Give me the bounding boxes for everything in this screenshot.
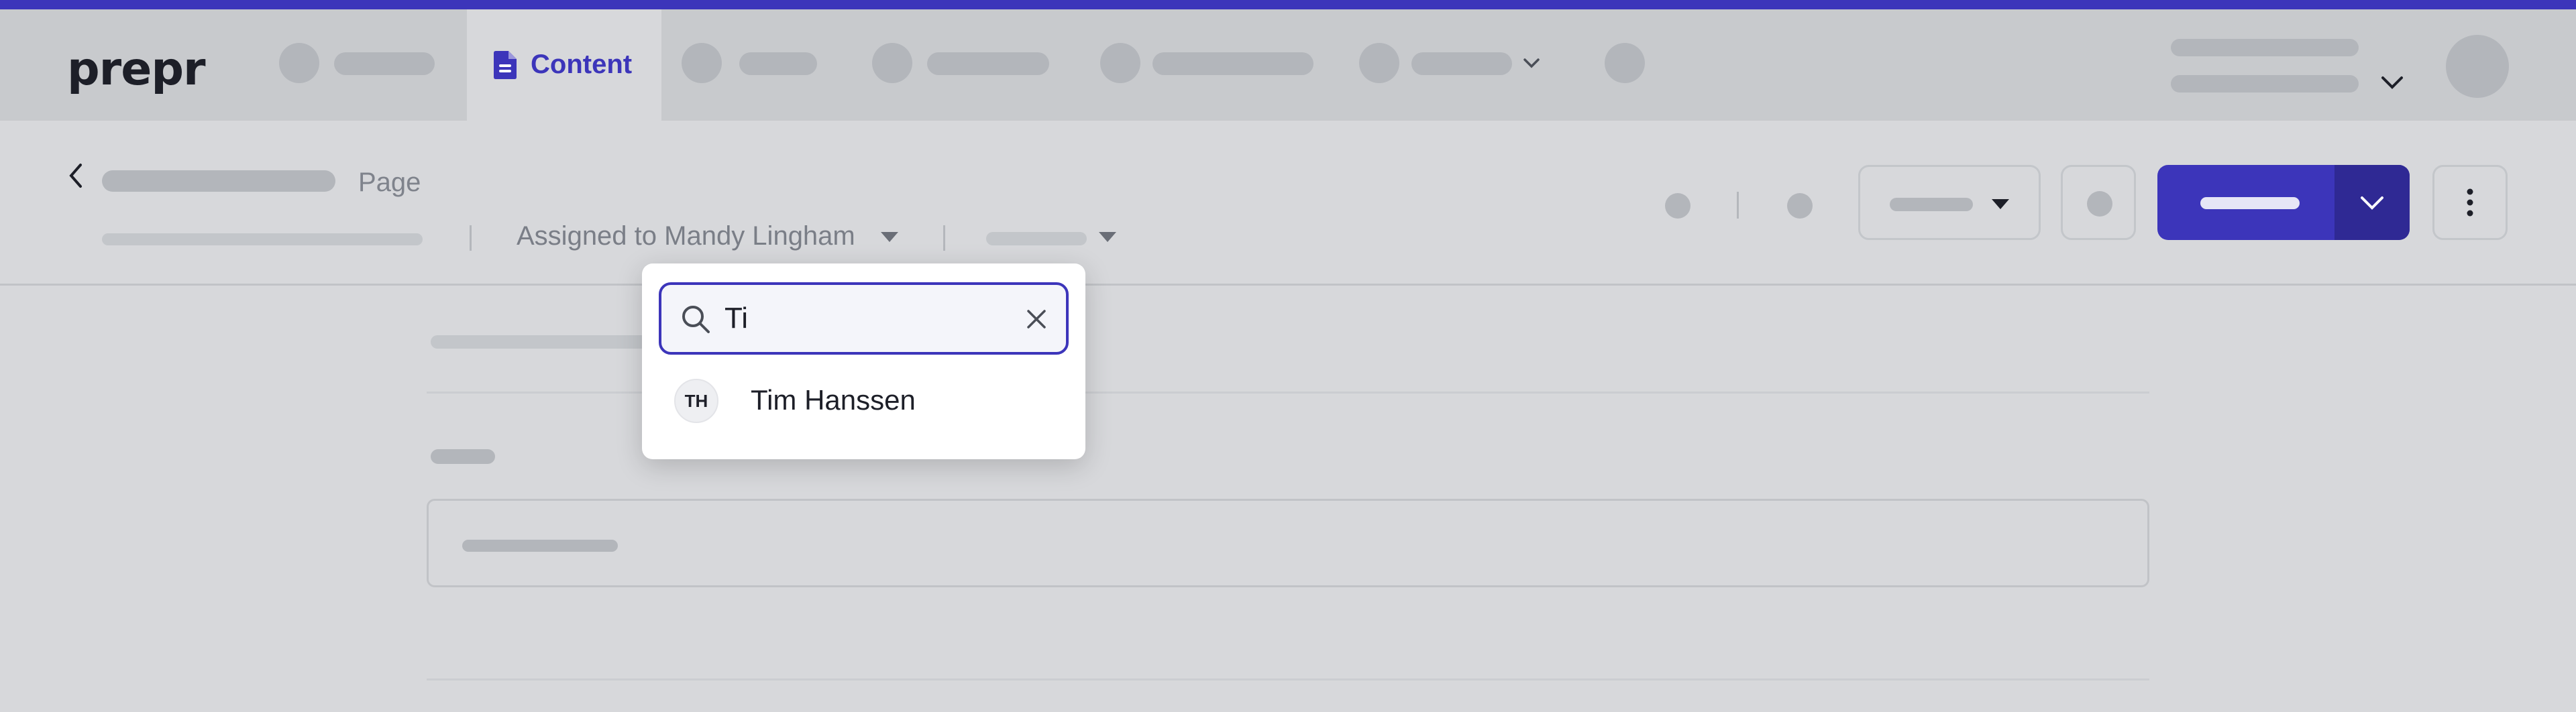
environment-caret-icon [1992, 199, 2009, 209]
avatar: TH [674, 379, 718, 423]
content-section-title-placeholder [431, 335, 652, 349]
page-title-placeholder [102, 170, 335, 192]
toolbar-separator [1737, 192, 1739, 219]
preview-button[interactable] [2061, 165, 2136, 240]
field-value-placeholder [462, 540, 618, 552]
more-vertical-icon [2467, 188, 2473, 217]
nav-item-3-label[interactable] [927, 52, 1049, 75]
publish-label-placeholder [2200, 197, 2300, 209]
assignee-label: Assigned to Mandy Lingham [517, 221, 855, 251]
nav-item-5-label[interactable] [1411, 52, 1512, 75]
tab-content-label: Content [531, 50, 633, 79]
chevron-down-icon[interactable] [1523, 58, 1540, 70]
meta-separator-1 [470, 225, 472, 251]
assignee-search-box[interactable] [659, 282, 1069, 355]
close-icon[interactable] [1025, 308, 1048, 331]
preview-icon [2087, 191, 2112, 217]
top-accent-line [0, 0, 2576, 9]
nav-item-6-icon[interactable] [1605, 43, 1645, 83]
status-placeholder[interactable] [986, 232, 1087, 245]
nav-item-4-icon[interactable] [1100, 43, 1140, 83]
assignee-option-name: Tim Hanssen [751, 384, 916, 416]
assignee-dropdown-menu: TH Tim Hanssen [642, 263, 1085, 459]
document-icon [494, 51, 517, 79]
search-icon [682, 306, 710, 333]
caret-down-icon [881, 232, 898, 242]
back-chevron-icon[interactable] [66, 162, 85, 189]
toolbar-indicator-2[interactable] [1787, 193, 1813, 219]
nav-item-2-icon[interactable] [682, 43, 722, 83]
page-type-label: Page [358, 168, 421, 197]
more-actions-button[interactable] [2432, 165, 2508, 240]
user-avatar[interactable] [2446, 35, 2509, 98]
prepr-logo[interactable]: prepr [67, 43, 206, 96]
meta-placeholder [102, 233, 423, 245]
content-field-input[interactable] [427, 499, 2149, 587]
nav-item-2-label[interactable] [739, 52, 817, 75]
publish-button[interactable] [2157, 165, 2410, 240]
tab-content[interactable]: Content [467, 9, 661, 121]
environment-placeholder [1890, 198, 1973, 211]
nav-item-1-label[interactable] [334, 52, 435, 75]
chevron-down-icon [2361, 196, 2383, 210]
assignee-option[interactable]: TH Tim Hanssen [642, 371, 1085, 432]
meta-separator-2 [943, 225, 945, 251]
nav-item-4-label[interactable] [1152, 52, 1313, 75]
status-caret-icon[interactable] [1099, 232, 1116, 242]
content-divider-2 [427, 678, 2149, 680]
toolbar-indicator-1[interactable] [1665, 193, 1690, 219]
field-label-placeholder [431, 449, 495, 464]
nav-item-3-icon[interactable] [872, 43, 912, 83]
user-name-placeholder[interactable] [2171, 39, 2359, 56]
environment-select-button[interactable] [1858, 165, 2041, 240]
publish-options-button[interactable] [2334, 165, 2410, 240]
assignee-search-input[interactable] [724, 297, 1013, 340]
nav-item-5-icon[interactable] [1359, 43, 1399, 83]
user-menu-chevron-icon[interactable] [2380, 75, 2404, 91]
user-org-placeholder[interactable] [2171, 75, 2359, 93]
nav-item-1-icon[interactable] [279, 43, 319, 83]
